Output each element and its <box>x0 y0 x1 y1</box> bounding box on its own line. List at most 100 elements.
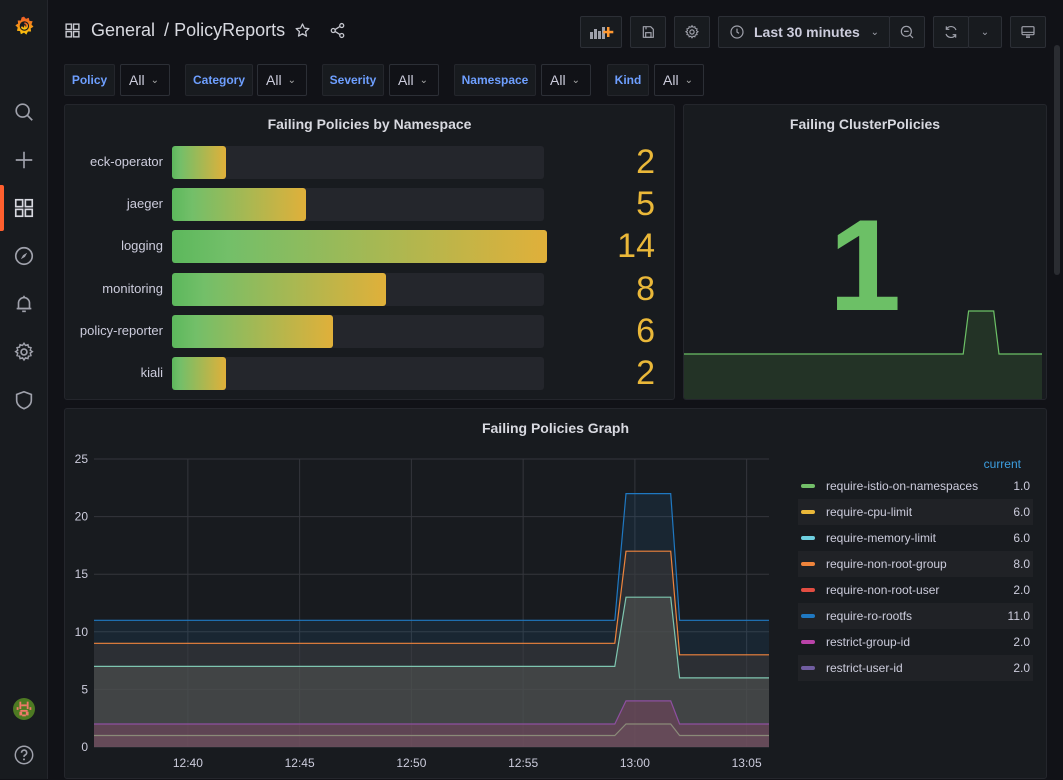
breadcrumb-separator: / <box>164 20 170 40</box>
stat-value: 1 <box>828 192 902 338</box>
bar-value: 8 <box>636 269 655 308</box>
variable-label-kind: Kind <box>607 64 649 96</box>
gear-icon[interactable] <box>12 340 36 364</box>
top-bar: General / PolicyReports Last 30 minutes … <box>48 0 1063 62</box>
monitor-icon <box>1020 24 1036 40</box>
legend-series-name: restrict-user-id <box>826 661 903 675</box>
page-title[interactable]: PolicyReports <box>174 20 285 41</box>
bar-value: 6 <box>636 311 655 350</box>
time-range-picker[interactable]: Last 30 minutes ⌄ <box>718 16 890 48</box>
bar-track <box>172 357 544 390</box>
avatar[interactable] <box>12 697 36 721</box>
bar-fill <box>172 357 226 390</box>
bell-icon[interactable] <box>12 292 36 316</box>
refresh-interval-dropdown[interactable]: ⌄ <box>968 16 1002 48</box>
breadcrumb-folder[interactable]: General <box>91 20 155 41</box>
panel-failing-policies-graph: Failing Policies Graph 0 5 10 15 20 25 12:40 12… <box>64 408 1047 779</box>
help-icon[interactable] <box>12 743 36 767</box>
legend-current-value: 1.0 <box>1013 479 1030 493</box>
bar-label: kiali <box>140 365 163 380</box>
chevron-down-icon: ⌄ <box>150 74 159 86</box>
add-panel-button[interactable] <box>580 16 622 48</box>
variable-label-policy: Policy <box>64 64 115 96</box>
chevron-down-icon: ⌄ <box>684 74 693 86</box>
x-tick-label: 12:40 <box>173 756 203 770</box>
legend-current-value: 2.0 <box>1013 635 1030 649</box>
panel-failing-by-namespace: Failing Policies by Namespace eck-operat… <box>64 104 675 400</box>
bar-fill <box>172 272 386 306</box>
refresh-icon <box>943 24 959 40</box>
legend-item[interactable]: restrict-user-id 2.0 <box>798 655 1033 681</box>
legend-item[interactable]: require-memory-limit 6.0 <box>798 525 1033 551</box>
shield-icon[interactable] <box>12 388 36 412</box>
legend-item[interactable]: require-istio-on-namespaces 1.0 <box>798 473 1033 499</box>
bar-gauge-row: logging 14 <box>65 227 676 265</box>
legend-swatch <box>801 510 815 514</box>
legend-header-current[interactable]: current <box>984 457 1021 471</box>
legend-series-name: restrict-group-id <box>826 635 911 649</box>
legend-item[interactable]: require-cpu-limit 6.0 <box>798 499 1033 525</box>
variable-value: All <box>663 72 679 88</box>
bar-track <box>172 188 544 222</box>
variable-label-category: Category <box>185 64 253 96</box>
bar-gauge-row: policy-reporter 6 <box>65 311 676 350</box>
panel-title[interactable]: Failing Policies by Namespace <box>65 116 674 132</box>
variable-value: All <box>398 72 414 88</box>
bar-track <box>172 230 547 264</box>
legend-item[interactable]: require-non-root-group 8.0 <box>798 551 1033 577</box>
variable-select-severity[interactable]: All ⌄ <box>389 64 439 96</box>
y-tick-label: 25 <box>75 452 89 466</box>
y-tick-label: 10 <box>75 625 89 639</box>
cycle-view-mode-button[interactable] <box>1010 16 1046 48</box>
compass-icon[interactable] <box>12 244 36 268</box>
graph-plot[interactable]: 0 5 10 15 20 25 12:40 12:45 12:50 12:55 13:00 13:05 <box>65 409 795 780</box>
sidebar <box>0 0 48 779</box>
y-tick-label: 0 <box>81 740 88 754</box>
dashboards-grid-icon[interactable] <box>12 196 36 220</box>
bar-gauge-row: jaeger 5 <box>65 185 676 224</box>
zoom-out-button[interactable] <box>889 16 925 48</box>
legend-item[interactable]: restrict-group-id 2.0 <box>798 629 1033 655</box>
variable-label-namespace: Namespace <box>454 64 536 96</box>
y-tick-label: 5 <box>81 682 88 696</box>
save-dashboard-button[interactable] <box>630 16 666 48</box>
legend-item[interactable]: require-non-root-user 2.0 <box>798 577 1033 603</box>
variable-select-namespace[interactable]: All ⌄ <box>541 64 591 96</box>
bar-value: 5 <box>636 185 655 224</box>
grafana-logo-icon[interactable] <box>10 12 38 40</box>
y-tick-label: 15 <box>75 567 89 581</box>
legend-item[interactable]: require-ro-rootfs 11.0 <box>798 603 1033 629</box>
variable-value: All <box>129 72 145 88</box>
legend-series-name: require-non-root-user <box>826 583 940 597</box>
legend-swatch <box>801 562 815 566</box>
bar-value: 2 <box>636 354 655 392</box>
share-icon[interactable] <box>329 22 346 39</box>
variable-select-kind[interactable]: All ⌄ <box>654 64 704 96</box>
star-icon[interactable] <box>294 22 311 39</box>
variable-select-policy[interactable]: All ⌄ <box>120 64 170 96</box>
variable-value: All <box>266 72 282 88</box>
scrollbar[interactable] <box>1054 45 1060 275</box>
add-panel-icon <box>588 23 614 41</box>
variable-value: All <box>550 72 566 88</box>
legend-current-value: 8.0 <box>1013 557 1030 571</box>
legend-swatch <box>801 666 815 670</box>
search-icon[interactable] <box>12 100 36 124</box>
bar-label: eck-operator <box>90 154 163 169</box>
bar-label: policy-reporter <box>79 322 163 338</box>
refresh-button[interactable] <box>933 16 969 48</box>
legend-current-value: 11.0 <box>1007 609 1030 623</box>
legend-swatch <box>801 640 815 644</box>
bar-label: jaeger <box>126 196 163 212</box>
legend-swatch <box>801 588 815 592</box>
dashboard-settings-button[interactable] <box>674 16 710 48</box>
legend-series-name: require-istio-on-namespaces <box>826 479 979 493</box>
plus-icon[interactable] <box>12 148 36 172</box>
x-tick-label: 13:05 <box>732 756 762 770</box>
variable-select-category[interactable]: All ⌄ <box>257 64 307 96</box>
legend-swatch <box>801 536 815 540</box>
breadcrumb: General / PolicyReports <box>64 20 346 41</box>
chevron-down-icon: ⌄ <box>419 74 428 86</box>
bar-fill <box>172 314 333 348</box>
bar-fill <box>172 146 226 179</box>
